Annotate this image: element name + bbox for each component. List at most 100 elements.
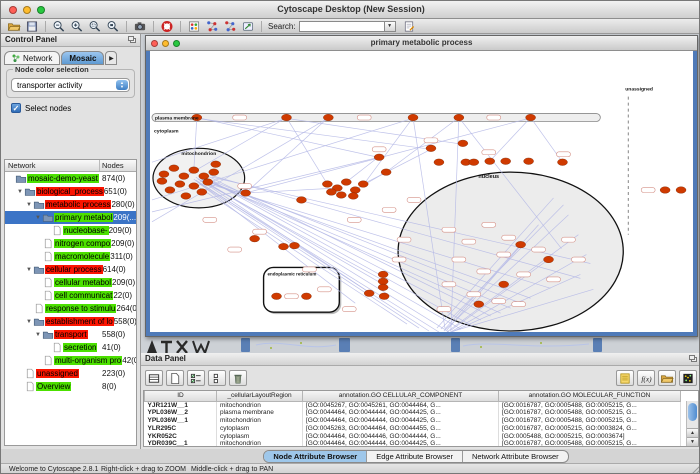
table-cell[interactable]: [GO:0016787, GO:0005215, GO:0003824, G..… <box>499 424 681 432</box>
table-cell[interactable]: [GO:0005488, GO:0005215, GO:0003674] <box>499 432 681 440</box>
tree-expand-arrow-icon[interactable]: ▼ <box>25 267 33 273</box>
tree-row-multi-organism-pro[interactable]: multi-organism pro42(0) <box>5 354 136 367</box>
network-node[interactable] <box>454 114 464 121</box>
network-view-titlebar[interactable]: primary metabolic process <box>146 36 697 51</box>
network-node[interactable] <box>250 235 260 242</box>
network-node[interactable] <box>378 271 388 278</box>
table-cell[interactable]: YDR039C__1 <box>145 440 217 447</box>
table-cell[interactable]: [GO:0016787, GO:0005488, GO:0005215, G..… <box>499 409 681 417</box>
network-node[interactable] <box>241 190 251 197</box>
table-cell[interactable]: [GO:0044464, GO:0044444, GO:0044425, G..… <box>303 440 499 447</box>
tree-row-secretion[interactable]: secretion41(0) <box>5 341 136 354</box>
tree-row-transport[interactable]: ▼transport558(0) <box>5 328 136 341</box>
tree-row-establishment-of-lo[interactable]: ▼establishment of lo558(0) <box>5 315 136 328</box>
network-node[interactable] <box>516 241 526 248</box>
tree-row-unassigned[interactable]: unassigned223(0) <box>5 367 136 380</box>
edit-attributes-icon[interactable] <box>401 20 417 33</box>
network-node[interactable] <box>197 189 207 196</box>
network-node[interactable] <box>350 187 360 194</box>
table-row[interactable]: YLR295Ccytoplasm[GO:0045263, GO:0044464,… <box>145 424 681 432</box>
network-node[interactable] <box>341 179 351 186</box>
dp-folder-icon[interactable] <box>658 370 676 386</box>
column-header[interactable]: annotation.GO MOLECULAR_FUNCTION <box>499 391 681 401</box>
network-node[interactable] <box>358 181 368 188</box>
network-node[interactable] <box>348 193 358 200</box>
tree-row-cell-communicat[interactable]: cell communicat22(0) <box>5 289 136 302</box>
network-node[interactable] <box>169 165 179 172</box>
network-node[interactable] <box>474 301 484 308</box>
network-node[interactable] <box>323 114 333 121</box>
tree-expand-arrow-icon[interactable]: ▼ <box>34 215 42 221</box>
zoom-in-icon[interactable] <box>69 20 85 33</box>
network-node[interactable] <box>378 284 388 291</box>
table-scrollbar[interactable]: ▲ ▼ <box>686 401 698 446</box>
zoom-selected-icon[interactable] <box>87 20 103 33</box>
network-node[interactable] <box>322 181 332 188</box>
scroll-up-icon[interactable]: ▲ <box>687 428 698 437</box>
tab-network[interactable]: Network <box>4 51 60 65</box>
table-cell[interactable]: [GO:0044464, GO:0044444, GO:0044425, G..… <box>303 417 499 425</box>
dp-new-page-icon[interactable] <box>166 370 184 386</box>
save-icon[interactable] <box>24 20 40 33</box>
tree-expand-arrow-icon[interactable]: ▼ <box>16 189 24 195</box>
table-cell[interactable]: YPL036W__1 <box>145 417 217 425</box>
table-cell[interactable]: YJR121W__1 <box>145 401 217 409</box>
network-node[interactable] <box>296 197 306 204</box>
table-row[interactable]: YKR052Ccytoplasm[GO:0044464, GO:0044446,… <box>145 432 681 440</box>
network-node[interactable] <box>458 140 468 147</box>
network-node[interactable] <box>181 193 191 200</box>
network-node[interactable] <box>485 158 495 165</box>
table-row[interactable]: YPL036W__2plasma membrane[GO:0044464, GO… <box>145 409 681 417</box>
network-node[interactable] <box>175 181 185 188</box>
scroll-down-icon[interactable]: ▼ <box>687 437 698 446</box>
data-panel-float-icon[interactable] <box>689 355 698 363</box>
network-node[interactable] <box>676 187 686 194</box>
network-node[interactable] <box>279 243 289 250</box>
tab-network-attribute-browser[interactable]: Network Attribute Browser <box>463 451 568 462</box>
table-cell[interactable]: [GO:0044464, GO:0044444, GO:0044425, G..… <box>303 409 499 417</box>
table-cell[interactable]: cytoplasm <box>217 432 303 440</box>
network-node[interactable] <box>364 290 374 297</box>
table-cell[interactable]: plasma membrane <box>217 409 303 417</box>
network-node[interactable] <box>378 278 388 285</box>
network-node[interactable] <box>526 114 536 121</box>
network-canvas[interactable]: plasma membranecytoplasmmitochondrionnuc… <box>146 51 697 336</box>
network-node[interactable] <box>301 293 311 300</box>
network-node[interactable] <box>203 179 213 186</box>
table-cell[interactable]: [GO:0044464, GO:0044446, GO:0044444, G..… <box>303 432 499 440</box>
table-cell[interactable]: [GO:0016787, GO:0005488, GO:0005215, G..… <box>499 401 681 409</box>
tree-col-nodes[interactable]: Nodes <box>100 160 136 171</box>
tree-expand-arrow-icon[interactable]: ▼ <box>34 332 42 338</box>
table-row[interactable]: YPL036W__1mitochondrion[GO:0044464, GO:0… <box>145 417 681 425</box>
tab-mosaic[interactable]: Mosaic <box>61 51 104 65</box>
table-cell[interactable]: [GO:0016787, GO:0005488, GO:0005215, G..… <box>499 440 681 447</box>
network-node[interactable] <box>165 187 175 194</box>
table-cell[interactable]: mitochondrion <box>217 417 303 425</box>
dp-trash-icon[interactable] <box>229 370 247 386</box>
network-node[interactable] <box>282 114 292 121</box>
table-cell[interactable]: [GO:0045267, GO:0045261, GO:0044464, G..… <box>303 401 499 409</box>
tree-row-biological-process[interactable]: ▼biological_process651(0) <box>5 185 136 198</box>
network-node[interactable] <box>189 183 199 190</box>
network-node[interactable] <box>199 173 209 180</box>
zoom-fit-icon[interactable] <box>105 20 121 33</box>
scrollbar-thumb[interactable] <box>688 403 697 421</box>
network-node[interactable] <box>408 114 418 121</box>
dp-notepad-icon[interactable] <box>616 370 634 386</box>
annotation-network-icon[interactable] <box>204 20 220 33</box>
tree-row-metabolic-process[interactable]: ▼metabolic process280(0) <box>5 198 136 211</box>
tree-row-primary-metabol[interactable]: ▼primary metabol209(... <box>5 211 136 224</box>
table-cell[interactable]: mitochondrion <box>217 440 303 447</box>
tab-edge-attribute-browser[interactable]: Edge Attribute Browser <box>367 451 463 462</box>
table-cell[interactable]: [GO:0016787, GO:0005488, GO:0005215, G..… <box>499 417 681 425</box>
camera-icon[interactable] <box>132 20 148 33</box>
network-node[interactable] <box>660 187 670 194</box>
network-node[interactable] <box>209 169 219 176</box>
table-cell[interactable]: YKR052C <box>145 432 217 440</box>
network-node[interactable] <box>557 159 567 166</box>
network-node[interactable] <box>189 167 199 174</box>
dp-matrix-icon[interactable] <box>679 370 697 386</box>
tree-row-cellular-metabol[interactable]: cellular metabol209(0) <box>5 276 136 289</box>
table-cell[interactable]: cytoplasm <box>217 424 303 432</box>
network-node[interactable] <box>426 145 436 152</box>
